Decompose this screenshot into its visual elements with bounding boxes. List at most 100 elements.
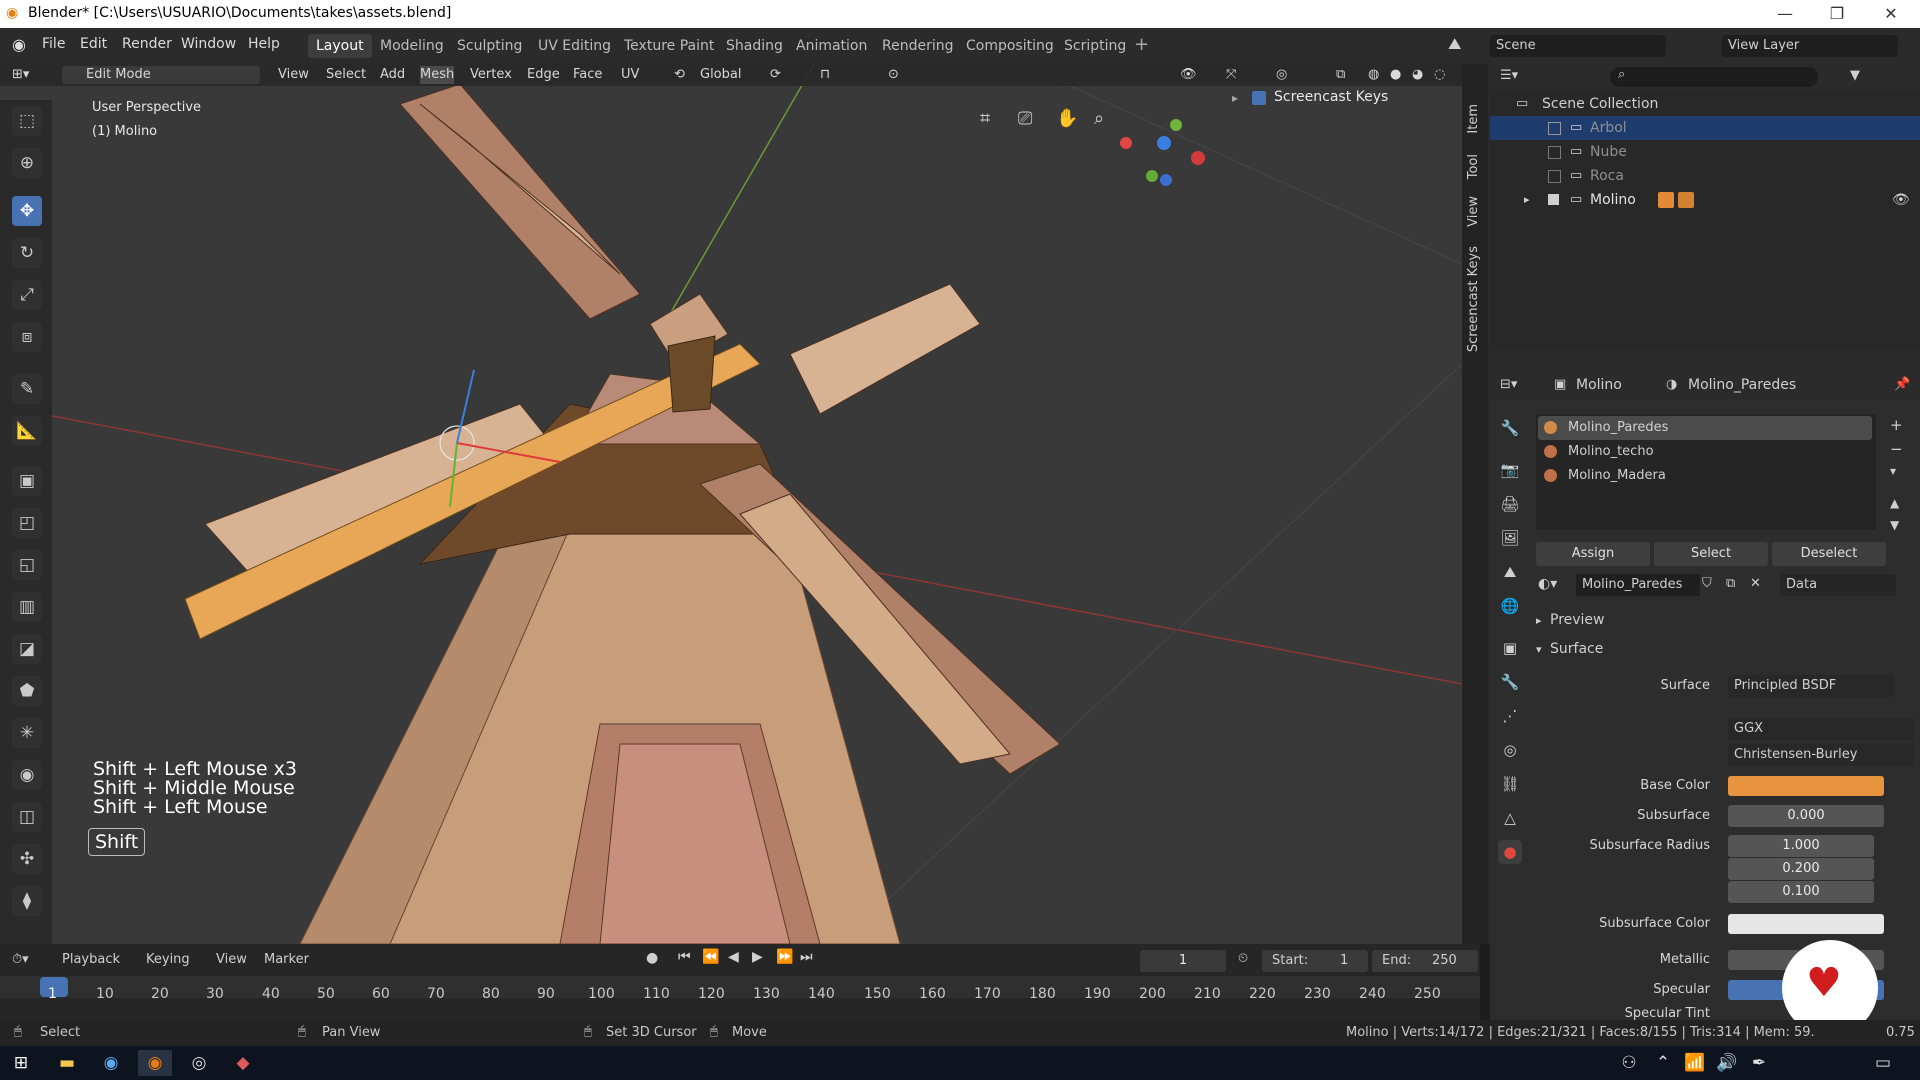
extrude-tool-icon[interactable]: ▣ [12, 466, 42, 496]
notification-icon[interactable]: ▭ [1866, 1050, 1900, 1076]
menu-render[interactable]: Render [122, 36, 172, 52]
eye-icon[interactable]: 👁 [1892, 188, 1910, 212]
menu-uv[interactable]: UV [621, 66, 639, 84]
shading-wire-icon[interactable]: ◍ [1368, 66, 1379, 84]
shading-render-icon[interactable]: ◌ [1434, 66, 1445, 84]
particles-tab-icon[interactable]: ⋰ [1498, 704, 1522, 728]
assign-button[interactable]: Assign [1536, 542, 1650, 566]
timeline-editor-icon[interactable]: ⏱▾ [12, 952, 29, 967]
scene-field[interactable]: Scene [1490, 35, 1666, 57]
maximize-button[interactable]: ❐ [1814, 0, 1860, 28]
exclude-checkbox-checked[interactable] [1548, 194, 1559, 205]
end-frame-field[interactable]: End: 250 [1372, 950, 1478, 972]
add-slot-icon[interactable]: + [1890, 416, 1903, 434]
screencast-checkbox[interactable] [1252, 91, 1266, 105]
gizmo-toggle-icon[interactable]: ⤧ [1226, 66, 1236, 84]
smooth-tool-icon[interactable]: ◉ [12, 760, 42, 790]
tab-tool[interactable]: Tool [1466, 154, 1481, 179]
slot-label[interactable]: Molino_techo [1568, 444, 1654, 459]
tab-compositing[interactable]: Compositing [958, 34, 1062, 58]
next-key-icon[interactable]: ⏩ [776, 949, 793, 965]
slot-label[interactable]: Molino_Madera [1568, 468, 1666, 483]
windows-start-icon[interactable]: ⊞ [4, 1050, 38, 1076]
orientation-dropdown[interactable]: Global [700, 66, 741, 84]
menu-edge[interactable]: Edge [527, 66, 560, 84]
blender-taskbar-icon[interactable]: ◉ [138, 1050, 172, 1076]
loop-cut-tool-icon[interactable]: ▥ [12, 592, 42, 622]
tab-view[interactable]: View [1466, 196, 1481, 227]
outliner-row-roca[interactable]: ▭ Roca [1490, 164, 1920, 188]
properties-editor-icon[interactable]: ⊟▾ [1500, 377, 1517, 392]
clock-icon[interactable]: ⏲ [1238, 951, 1248, 966]
tab-layout[interactable]: Layout [308, 34, 372, 58]
subsurface-method-dropdown[interactable]: Christensen-Burley [1728, 744, 1914, 766]
outliner-row-nube[interactable]: ▭ Nube [1490, 140, 1920, 164]
menu-add[interactable]: Add [380, 66, 405, 84]
editor-type-icon[interactable]: ⊞▾ [12, 66, 52, 84]
object-tab-icon[interactable]: ▣ [1498, 636, 1522, 660]
play-icon[interactable]: ▶ [752, 949, 763, 965]
hand-pan-icon[interactable]: ✋ [1056, 108, 1078, 129]
timeline-keying-menu[interactable]: Keying [146, 952, 190, 967]
jump-start-icon[interactable]: ⏮ [678, 949, 691, 965]
overlay-icon[interactable]: ◎ [1276, 66, 1287, 84]
edge-slide-tool-icon[interactable]: ◫ [12, 802, 42, 832]
blender-menu-icon[interactable]: ◉ [12, 35, 26, 54]
annotate-tool-icon[interactable]: ✎ [12, 374, 42, 404]
cursor-tool-icon[interactable]: ⊕ [12, 148, 42, 178]
deselect-button[interactable]: Deselect [1772, 542, 1886, 566]
file-explorer-icon[interactable]: ▬ [50, 1050, 84, 1076]
select-mode-buttons[interactable] [196, 66, 260, 84]
unlink-material-icon[interactable]: ✕ [1750, 576, 1761, 591]
tab-shading[interactable]: Shading [718, 34, 791, 58]
timeline-marker-menu[interactable]: Marker [264, 952, 309, 967]
tab-uv-editing[interactable]: UV Editing [530, 34, 619, 58]
pivot-icon[interactable]: ⟳ [770, 66, 781, 84]
tab-item[interactable]: Item [1466, 104, 1481, 134]
output-tab-icon[interactable]: 🖨 [1498, 492, 1522, 516]
browser-icon[interactable]: ◉ [94, 1050, 128, 1076]
snap-icon[interactable]: ⊓ [820, 66, 830, 84]
preview-panel-header[interactable]: Preview [1550, 612, 1605, 628]
timeline-playback-menu[interactable]: Playback [62, 952, 120, 967]
menu-view[interactable]: View [278, 66, 309, 84]
collapse-preview-icon[interactable]: ▸ [1536, 614, 1542, 627]
menu-window[interactable]: Window [181, 36, 236, 52]
menu-face[interactable]: Face [573, 66, 602, 84]
render-tab-icon[interactable]: 📷 [1498, 458, 1522, 482]
move-tool-icon[interactable]: ✥ [12, 196, 42, 226]
pin-icon[interactable]: 📌 [1894, 377, 1910, 392]
viewport-3d[interactable]: User Perspective (1) Molino ▸ Screencast… [0, 64, 1462, 944]
minimize-button[interactable]: — [1762, 0, 1808, 28]
constraints-tab-icon[interactable]: ⛓ [1498, 772, 1522, 796]
tab-sculpting[interactable]: Sculpting [449, 34, 530, 58]
material-tab-icon[interactable]: ● [1498, 840, 1522, 864]
subsurface-radius-y[interactable]: 0.200 [1728, 858, 1874, 880]
surface-panel-header[interactable]: Surface [1550, 641, 1603, 657]
mode-dropdown[interactable]: Edit Mode [62, 66, 206, 84]
grid-view-icon[interactable]: ⌗ [980, 108, 990, 129]
zoom-icon[interactable]: ⌕ [1094, 108, 1104, 129]
expand-surface-icon[interactable]: ▾ [1536, 643, 1542, 656]
view-layer-tab-icon[interactable]: 🖼 [1498, 526, 1522, 550]
shrink-tool-icon[interactable]: ✣ [12, 844, 42, 874]
exclude-checkbox[interactable] [1548, 122, 1561, 135]
scale-tool-icon[interactable]: ⤢ [12, 280, 42, 310]
subsurface-value-field[interactable]: 0.000 [1728, 805, 1884, 827]
duplicate-material-icon[interactable]: ⧉ [1726, 576, 1735, 591]
world-tab-icon[interactable]: 🌐 [1498, 594, 1522, 618]
surface-shader-field[interactable]: Principled BSDF [1728, 675, 1894, 697]
tool-tab-icon[interactable]: 🔧 [1498, 416, 1522, 440]
expand-arrow-icon[interactable]: ▸ [1524, 188, 1530, 212]
base-color-swatch[interactable] [1728, 776, 1884, 796]
outliner-row-arbol[interactable]: ▭ Arbol [1490, 116, 1920, 140]
app-icon[interactable]: ◆ [226, 1050, 260, 1076]
visibility-icon[interactable]: 👁 [1180, 66, 1197, 84]
move-up-icon[interactable]: ▲ [1890, 496, 1899, 510]
inset-tool-icon[interactable]: ◰ [12, 508, 42, 538]
exclude-checkbox[interactable] [1548, 146, 1561, 159]
jump-end-icon[interactable]: ⏭ [800, 949, 813, 965]
shading-material-icon[interactable]: ◕ [1412, 66, 1423, 84]
camera-icon[interactable]: ⎚ [1018, 108, 1032, 129]
menu-file[interactable]: File [42, 36, 65, 52]
